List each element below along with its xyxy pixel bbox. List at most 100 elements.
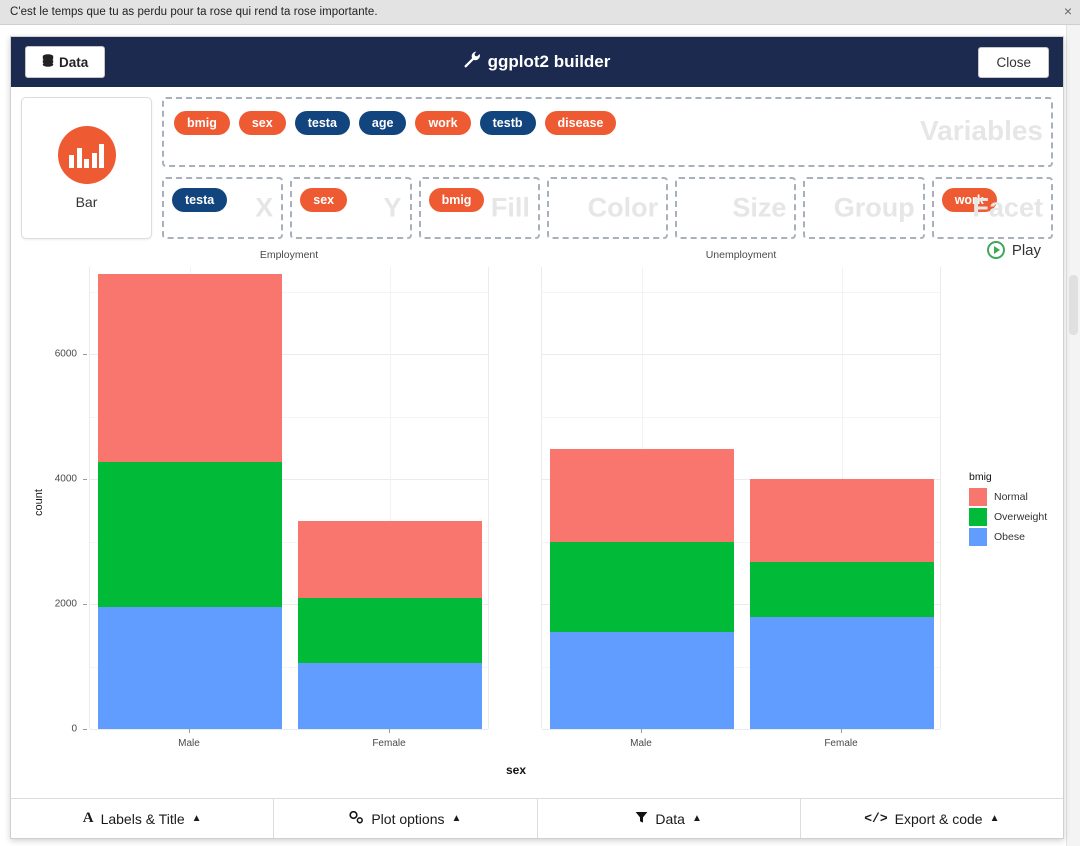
geom-type-bar[interactable]: Bar [21, 97, 152, 239]
bottom-toolbar: A Labels & Title ▲ Plot options ▲ Data ▲ [11, 798, 1063, 838]
variable-pill-disease[interactable]: disease [544, 111, 617, 135]
dropzone-x-pill[interactable]: testa [172, 188, 228, 212]
dropzone-fill-label: Fill [490, 192, 530, 223]
bar-segment-obese[interactable] [98, 606, 282, 729]
gridline-minor [542, 416, 940, 418]
plot-options-button[interactable]: Plot options ▲ [274, 799, 538, 838]
bar-segment-normal[interactable] [550, 449, 734, 543]
dropzone-group[interactable]: Group [803, 177, 925, 239]
labels-title-label: Labels & Title [100, 810, 185, 827]
dropzone-facet[interactable]: work Facet [931, 177, 1053, 239]
font-icon: A [82, 810, 94, 826]
bar-segment-normal[interactable] [98, 273, 282, 462]
geom-type-label: Bar [75, 194, 98, 210]
facet-strip-label: Unemployment [705, 249, 777, 261]
legend-swatch [969, 488, 987, 506]
bar-segment-overweight[interactable] [298, 597, 482, 663]
legend-label: Normal [994, 491, 1028, 503]
plot-options-caret: ▲ [451, 813, 462, 824]
variable-pill-bmig[interactable]: bmig [174, 111, 230, 135]
stacked-bar[interactable] [550, 449, 734, 729]
bar-segment-normal[interactable] [750, 478, 934, 563]
close-button[interactable]: Close [978, 46, 1049, 78]
stacked-bar[interactable] [298, 520, 482, 729]
bar-chart-icon [57, 126, 116, 184]
dropzone-facet-pill[interactable]: work [941, 188, 997, 212]
data-button[interactable]: Data [25, 46, 106, 78]
page-title-text: ggplot2 builder [487, 52, 611, 71]
bar-segment-overweight[interactable] [750, 562, 934, 617]
gridline-minor [542, 291, 940, 293]
variables-dropzone[interactable]: bmig sex testa age work testb disease Va… [162, 97, 1053, 167]
code-icon: </> [864, 811, 888, 826]
labels-title-button[interactable]: A Labels & Title ▲ [11, 799, 275, 838]
close-icon[interactable]: × [1064, 4, 1072, 18]
y-axis-tick [83, 604, 87, 606]
x-axis-tick [389, 729, 390, 733]
x-axis-tick-label: Female [824, 738, 858, 749]
stacked-bar[interactable] [750, 478, 934, 729]
dropzone-fill-pill[interactable]: bmig [428, 188, 485, 212]
export-code-button[interactable]: </> Export & code ▲ [800, 799, 1063, 838]
data-button-label: Data [59, 54, 89, 70]
y-axis-tick-label: 2000 [54, 598, 77, 610]
legend-label: Obese [994, 531, 1025, 543]
variable-pill-age[interactable]: age [358, 111, 407, 135]
zones-wrapper: bmig sex testa age work testb disease Va… [162, 97, 1053, 239]
dropzone-color[interactable]: Color [546, 177, 669, 239]
modal-header: Data ggplot2 builder Close [11, 37, 1063, 87]
gridline [542, 354, 940, 356]
page-scrollbar[interactable] [1066, 25, 1080, 846]
dropzone-y[interactable]: sex Y [290, 177, 412, 239]
y-axis-tick [83, 354, 87, 356]
ggplot-builder-modal: Data ggplot2 builder Close Bar bmig sex … [10, 36, 1064, 839]
bar-segment-obese[interactable] [750, 616, 934, 729]
page-title: ggplot2 builder [11, 51, 1063, 73]
dropzone-fill[interactable]: bmig Fill [418, 177, 540, 239]
bar-segment-obese[interactable] [298, 662, 482, 729]
dropzone-y-pill[interactable]: sex [300, 188, 348, 212]
page-scrollbar-thumb[interactable] [1069, 275, 1078, 335]
y-axis-tick-label: 0 [71, 723, 77, 735]
dropzone-group-label: Group [833, 192, 915, 223]
dropzone-x[interactable]: testa X [162, 177, 284, 239]
sliders-icon [349, 810, 364, 827]
bar-segment-normal[interactable] [298, 520, 482, 598]
dropzone-x-label: X [255, 192, 274, 223]
labels-title-caret: ▲ [191, 813, 202, 824]
legend-title: bmig [969, 471, 992, 483]
dropzone-size-label: Size [732, 192, 787, 223]
legend-item: Obese [969, 528, 1047, 546]
dropzone-size[interactable]: Size [675, 177, 797, 239]
data-panel-label: Data [655, 810, 685, 827]
plot-area: Play count 0 2000 4000 6000 Employment Male Fem… [11, 239, 1063, 791]
y-axis-tick-label: 4000 [54, 473, 77, 485]
facet-strip-label: Employment [259, 249, 319, 261]
variable-pill-testa[interactable]: testa [294, 111, 350, 135]
legend-item: Overweight [969, 508, 1047, 526]
variable-pill-testb[interactable]: testb [479, 111, 536, 135]
stacked-bar[interactable] [98, 273, 282, 729]
filter-icon [635, 811, 648, 827]
gridline [90, 729, 488, 730]
dropzone-y-label: Y [383, 192, 402, 223]
variable-pill-work[interactable]: work [415, 111, 471, 135]
legend-item: Normal [969, 488, 1047, 506]
legend-label: Overweight [994, 511, 1048, 523]
x-axis-tick [189, 729, 190, 733]
x-axis-tick [641, 729, 642, 733]
export-code-label: Export & code [894, 810, 983, 827]
legend: bmig Normal Overweight Obese [969, 471, 1047, 548]
plot-panel [541, 267, 941, 730]
x-axis-label: sex [505, 763, 527, 777]
variable-pill-sex[interactable]: sex [238, 111, 286, 135]
bar-segment-overweight[interactable] [550, 542, 734, 632]
data-panel-button[interactable]: Data ▲ [537, 799, 801, 838]
bar-segment-obese[interactable] [550, 631, 734, 729]
variables-zone-label: Variables [920, 115, 1043, 146]
bar-segment-overweight[interactable] [98, 461, 282, 607]
gridline [542, 729, 940, 730]
database-icon [42, 54, 54, 70]
legend-swatch [969, 528, 987, 546]
plot-options-label: Plot options [371, 810, 445, 827]
